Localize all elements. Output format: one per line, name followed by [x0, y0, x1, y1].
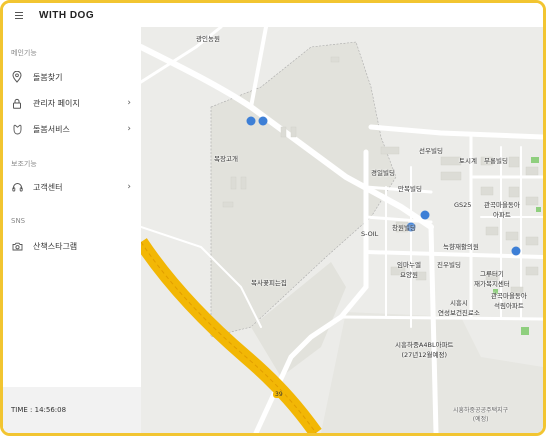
map-label: 그루터기 재가복지센터: [474, 270, 510, 288]
map-label: GS25: [454, 201, 472, 209]
map-view[interactable]: 광인농원 목장고개 복사꽃피는집 선우빌딩 토시계 무룡빌딩 경일빌딩 만복빌딩…: [141, 27, 543, 433]
top-bar: WITH DOG: [3, 3, 543, 27]
map-label: 복사꽃피는집: [251, 279, 287, 287]
sidebar-item-label: 관리자 페이지: [33, 98, 80, 108]
map-label: 무룡빌딩: [484, 157, 508, 165]
map-label: 시흥하중A4BL아파트 (27년12월예정): [395, 341, 454, 359]
map-label: 목장고개: [214, 155, 238, 163]
map-label: 시흥하중공공주택지구 (예정): [453, 407, 509, 423]
sidebar-item-walkstagram[interactable]: 산책스타그램: [3, 235, 141, 257]
sidebar-item-customer-center[interactable]: 고객센터 ›: [3, 176, 141, 198]
map-label: 광인농원: [196, 35, 220, 43]
map-label: 만복빌딩: [398, 185, 422, 193]
section-label-sns: SNS: [11, 217, 26, 225]
hamburger-menu-icon[interactable]: [15, 11, 23, 19]
map-label: 창원빌딩: [392, 224, 416, 232]
chevron-right-icon: ›: [127, 98, 131, 108]
chevron-right-icon: ›: [127, 124, 131, 134]
camera-icon: [11, 240, 23, 252]
paw-icon: [11, 123, 23, 135]
map-canvas: [141, 27, 543, 433]
sidebar-item-label: 돌봄찾기: [33, 72, 63, 82]
headset-icon: [11, 181, 23, 193]
section-label-aux: 보조기능: [11, 160, 37, 168]
app-window: WITH DOG 메인기능 돌봄찾기 관리자 페이지 › 돌봄서비스 › 보조기…: [0, 0, 546, 436]
lock-icon: [11, 97, 23, 109]
time-readout: TIME : 14:56:08: [11, 406, 67, 414]
clock-footer: TIME : 14:56:08: [3, 387, 141, 433]
chevron-right-icon: ›: [127, 182, 131, 192]
map-label: 임마누엘 요양원: [397, 261, 421, 279]
map-label: 경일빌딩: [371, 169, 395, 177]
map-label: 진우빌딩: [437, 261, 461, 269]
map-label: 토시계: [459, 157, 477, 165]
map-label: 시흥시 연성보건진료소: [438, 299, 480, 317]
location-pin-icon: [11, 71, 23, 83]
sidebar-item-care-service[interactable]: 돌봄서비스 ›: [3, 118, 141, 140]
sidebar-item-label: 돌봄서비스: [33, 124, 70, 134]
map-label: 녹향재활의원: [443, 243, 479, 251]
route-number-badge: 39: [273, 391, 285, 398]
sidebar-item-label: 고객센터: [33, 182, 63, 192]
sidebar: 메인기능 돌봄찾기 관리자 페이지 › 돌봄서비스 › 보조기능 고객센터 › …: [3, 27, 141, 433]
section-label-main: 메인기능: [11, 49, 37, 57]
brand-title: WITH DOG: [39, 9, 95, 21]
sidebar-item-find-care[interactable]: 돌봄찾기: [3, 66, 141, 88]
map-label: S-OIL: [361, 230, 379, 238]
map-label: 관곡마을동아 아파트: [484, 201, 520, 219]
map-label: 선우빌딩: [419, 147, 443, 155]
sidebar-item-admin[interactable]: 관리자 페이지 ›: [3, 92, 141, 114]
sidebar-item-label: 산책스타그램: [33, 241, 78, 251]
map-label: 관곡마을동아 석림아파트: [491, 292, 527, 310]
